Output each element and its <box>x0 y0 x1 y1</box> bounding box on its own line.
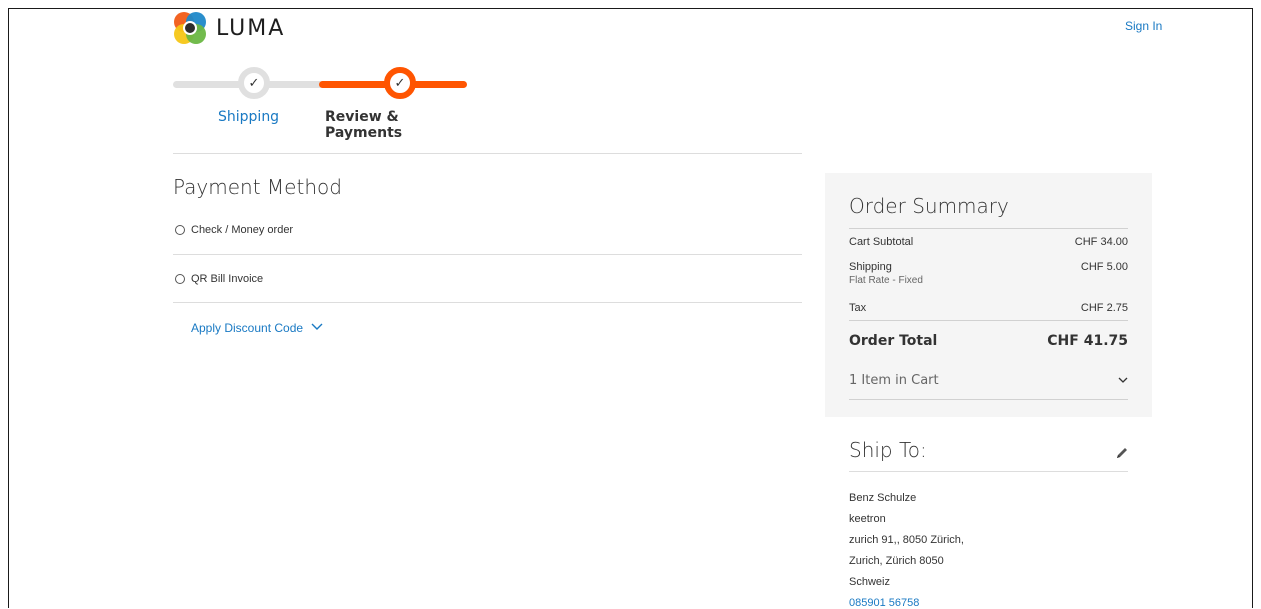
summary-row-shipping: Shipping Flat Rate - Fixed CHF 5.00 <box>849 261 1128 286</box>
items-in-cart-label: 1 Item in Cart <box>849 373 939 388</box>
step-review-marker: ✓ <box>384 67 416 99</box>
radio-button[interactable] <box>175 274 185 284</box>
chevron-down-icon <box>311 322 323 334</box>
shipping-method-label: Flat Rate - Fixed <box>849 275 923 286</box>
payment-option-checkmo[interactable]: Check / Money order <box>175 224 293 236</box>
order-summary-title: Order Summary <box>849 194 1009 218</box>
summary-label: Tax <box>849 302 867 314</box>
order-total-value: CHF 41.75 <box>1047 333 1128 349</box>
address-line: Zurich, Zürich 8050 <box>849 555 944 567</box>
divider <box>849 399 1128 400</box>
summary-label: Shipping <box>849 261 892 273</box>
items-in-cart-toggle[interactable]: 1 Item in Cart <box>849 373 1128 388</box>
checkmark-icon: ✓ <box>394 75 406 91</box>
order-total-label: Order Total <box>849 333 938 349</box>
divider <box>849 228 1128 229</box>
summary-row-tax: Tax CHF 2.75 <box>849 302 1128 314</box>
ship-to-title: Ship To: <box>849 438 927 462</box>
step-shipping-marker: ✓ <box>238 67 270 99</box>
summary-label: Cart Subtotal <box>849 236 914 248</box>
phone-link[interactable]: 085901 56758 <box>849 597 919 608</box>
address-line: zurich 91,, 8050 Zürich, <box>849 534 964 546</box>
step-review-label: Review & Payments <box>325 109 403 141</box>
order-summary: Order Summary Cart Subtotal CHF 34.00 Sh… <box>825 173 1152 417</box>
address-line: Schweiz <box>849 576 890 588</box>
divider <box>173 254 802 255</box>
summary-value: CHF 2.75 <box>1080 302 1128 314</box>
address-line: keetron <box>849 513 886 525</box>
payment-option-qrbill[interactable]: QR Bill Invoice <box>175 273 263 285</box>
summary-value: CHF 5.00 <box>1080 261 1128 273</box>
discount-label: Apply Discount Code <box>191 321 304 335</box>
payment-option-label: QR Bill Invoice <box>191 273 264 285</box>
divider <box>849 320 1128 321</box>
divider <box>173 302 802 303</box>
divider <box>849 471 1128 472</box>
chevron-down-icon <box>1118 373 1128 388</box>
radio-button[interactable] <box>175 225 185 235</box>
divider <box>173 153 802 154</box>
summary-row-subtotal: Cart Subtotal CHF 34.00 <box>849 236 1128 248</box>
summary-value: CHF 34.00 <box>1074 236 1128 248</box>
step-shipping-label[interactable]: Shipping <box>218 109 279 125</box>
luma-logo-icon <box>174 12 206 44</box>
order-total-row: Order Total CHF 41.75 <box>849 333 1128 349</box>
payment-method-title: Payment Method <box>173 175 342 199</box>
pencil-icon[interactable] <box>1115 445 1129 464</box>
payment-option-label: Check / Money order <box>191 224 294 236</box>
apply-discount-toggle[interactable]: Apply Discount Code <box>191 321 323 335</box>
checkmark-icon: ✓ <box>248 75 260 91</box>
summary-label-group: Shipping Flat Rate - Fixed <box>849 261 923 286</box>
page-frame: LUMA Sign In ✓ ✓ Shipping Review & Payme… <box>8 8 1253 608</box>
address-line: Benz Schulze <box>849 492 917 504</box>
checkout-progress: ✓ ✓ Shipping Review & Payments <box>173 64 473 141</box>
luma-logo[interactable]: LUMA <box>173 9 285 47</box>
brand-name: LUMA <box>216 15 286 41</box>
sign-in-link[interactable]: Sign In <box>1125 19 1162 33</box>
